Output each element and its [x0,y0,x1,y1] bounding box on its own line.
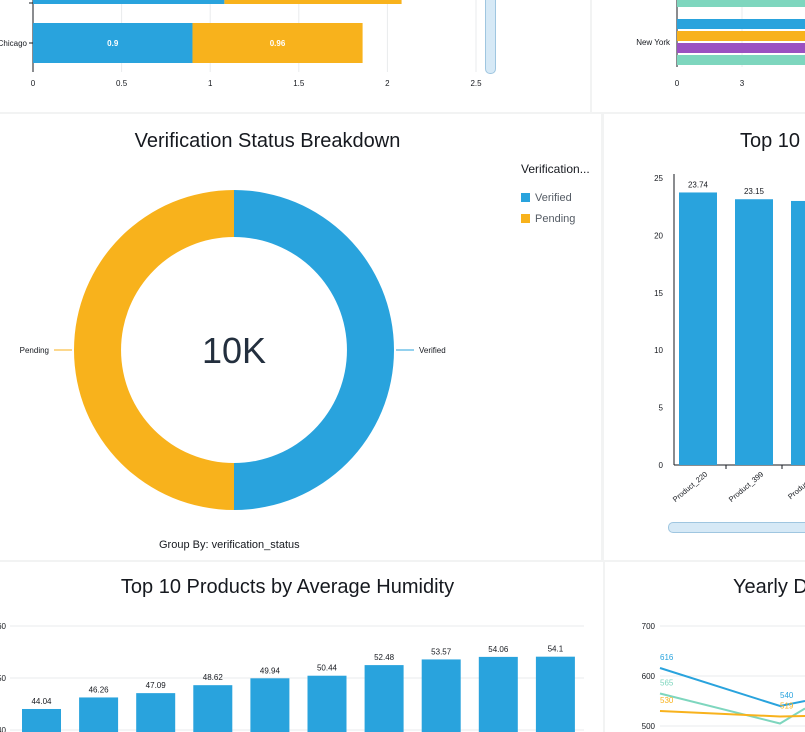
x-tick-label: 1 [208,79,213,88]
bar [677,43,805,53]
x-tick-label: 0 [31,79,36,88]
bar [421,659,461,732]
y-category-label: New York [636,38,671,47]
top-left-chart-panel: 0 0.5 1 1.5 2 2.5 0.9 0.96 Chicago [0,0,590,112]
top-right-chart-panel: New York 0 3 [592,0,805,112]
top10-right-panel: Top 10 0 5 10 15 20 25 23.74 Product_220 23.15 Pr… [604,114,805,560]
bar-segment [224,0,402,4]
bar-value-label: 0.96 [270,39,286,48]
legend-label: Pending [535,213,576,225]
bar [735,199,773,465]
y-tick-label: 5 [659,404,664,413]
bar [79,697,119,732]
x-tick-label: 2.5 [470,79,482,88]
x-tick-label: 1.5 [293,79,305,88]
bar [307,675,347,732]
bar [677,55,805,65]
y-tick-label: 25 [654,174,663,183]
bar-value-label: 49.94 [260,666,281,675]
group-by-label: Group By: verification_status [159,539,300,551]
bar-value-label: 54.06 [488,645,509,654]
humidity-bar-chart: 60 50 40 44.04 46.26 47.09 48.62 49.94 50.44 52.4… [0,622,584,732]
series-line [659,667,805,708]
y-tick-label: 20 [654,231,663,240]
legend-label: Verified [535,192,572,204]
y-tick-label: 10 [654,346,663,355]
bar [677,19,805,29]
bar [677,31,805,41]
y-tick-label: 15 [654,289,663,298]
legend-swatch [521,193,530,202]
x-tick-label: 0 [675,79,680,88]
y-tick-label: 60 [0,622,7,631]
point-label: 540 [780,691,794,700]
slice-label: Pending [20,346,49,355]
y-tick-label: 700 [642,622,656,631]
bar-value-label: 53.57 [431,647,452,656]
bar-value-label: 54.1 [548,645,564,654]
bar [679,192,717,466]
x-tick-label: Product_220 [671,470,709,504]
bar-value-label: 52.48 [374,653,395,662]
bar-value-label: 50.44 [317,664,338,673]
legend-item-verified[interactable]: Verified [521,192,572,204]
bar [677,0,805,7]
slice-label: Verified [419,346,446,355]
bar-value-label: 46.26 [89,685,110,694]
bar-value-label: 48.62 [203,673,224,682]
bar-value-label: 47.09 [146,681,167,690]
bar [791,200,805,465]
x-tick-label: 3 [740,79,745,88]
humidity-panel: Top 10 Products by Average Humidity 6050… [0,562,603,732]
legend-item-pending[interactable]: Pending [521,213,575,225]
legend-swatch [521,214,530,223]
top10-bar-chart: 0 5 10 15 20 25 23.74 Product_220 23.15 Product_3… [654,174,805,504]
point-label: 565 [660,679,674,688]
vertical-scrollbar[interactable] [485,0,496,74]
top-right-bar-chart: New York 0 3 [636,0,805,88]
x-tick-label: 2 [385,79,390,88]
bar-value-label: 23.15 [744,187,765,196]
bar-segment [33,0,225,4]
bar-value-label: 0.9 [107,39,119,48]
bar [136,693,176,732]
y-tick-label: 600 [642,672,656,681]
point-label: 519 [780,702,794,711]
y-category-label: Chicago [0,39,28,48]
bar [22,708,61,732]
bar-value-label: 44.04 [31,697,52,706]
y-tick-label: 500 [642,722,656,731]
donut-center-value: 10K [202,330,266,371]
bar-value-label: 23.74 [688,180,709,189]
point-label: 530 [660,696,674,705]
y-tick-label: 50 [0,674,7,683]
verification-donut-chart: Verified Pending 10K [20,190,446,510]
horizontal-scrollbar[interactable] [668,522,805,533]
x-tick-label: 0.5 [116,79,128,88]
x-tick-label: Product_19 [786,470,805,502]
x-tick-label: Product_399 [727,470,765,504]
verification-status-panel: Verification Status Breakdown Verified Pe… [0,114,601,560]
legend-title: Verification... [521,162,590,176]
bar [364,665,404,732]
bar [193,685,233,732]
bar [478,656,518,732]
top-left-bar-chart: 0 0.5 1 1.5 2 2.5 0.9 0.96 Chicago [0,0,482,88]
y-tick-label: 40 [0,726,7,732]
yearly-panel: Yearly D 700 600 500 616 540 565 530 519 [605,562,805,732]
yearly-line-chart: 700 600 500 616 540 565 530 519 [642,622,805,731]
bar [535,656,575,732]
bar [250,678,290,732]
point-label: 616 [660,653,674,662]
y-tick-label: 0 [659,461,664,470]
